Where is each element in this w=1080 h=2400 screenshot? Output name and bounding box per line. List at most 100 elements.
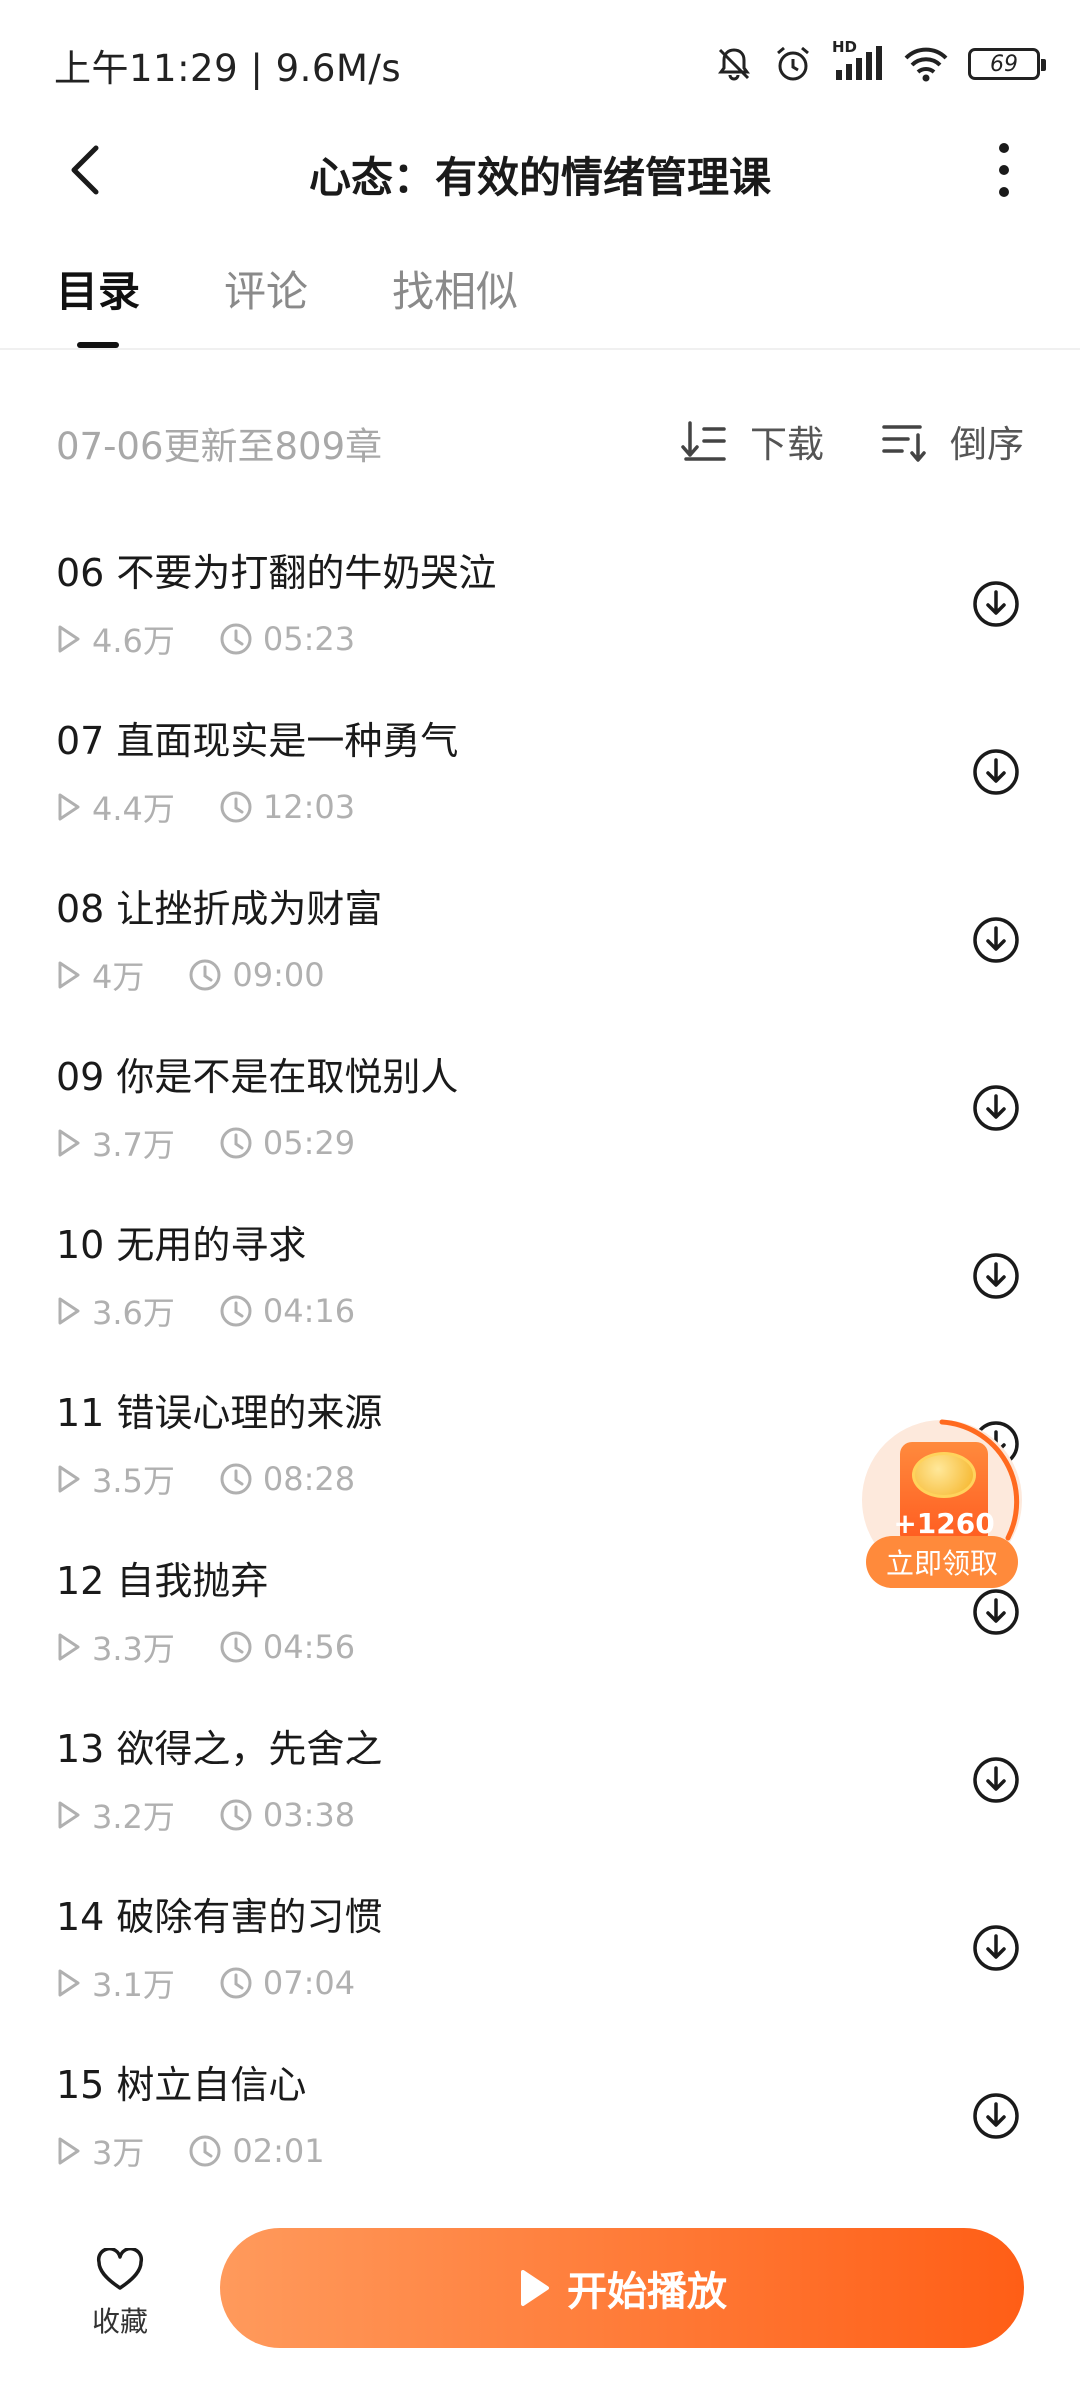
chapter-meta: 3.7万 05:29 [56,1120,399,1166]
duration-value: 03:38 [262,1796,356,1834]
signal-icon: HD [832,38,884,84]
duration: 12:03 [219,788,355,826]
play-count-icon [58,1129,80,1157]
mute-bell-icon [714,44,754,84]
play-count: 3.3万 [56,1624,175,1670]
duration-value: 07:04 [262,1964,356,2002]
status-bar: 上午11:29 | 9.6M/s HD 69 [0,0,1080,120]
chapter-meta: 3万 02:01 [56,2128,369,2174]
page-title: 心态：有效的情绪管理课 [308,153,771,202]
alarm-icon [772,43,814,85]
status-icons: HD 69 [714,38,1046,88]
batch-download-button[interactable]: 下载 [680,414,824,468]
duration-value: 02:01 [232,2132,325,2170]
download-circle-icon [973,581,1019,627]
chapter-title: 12 自我抛弃 [56,1559,269,1603]
play-count-value: 3.1万 [92,1966,175,2004]
play-count-icon [58,1633,80,1661]
clock-icon [220,1799,252,1831]
play-count-icon [58,961,80,989]
tab-comments[interactable]: 评论 [224,258,308,348]
duration-value: 05:29 [262,1124,356,1162]
chapter-download-button[interactable] [968,1752,1024,1808]
clock-icon [189,2135,221,2167]
chapter-item[interactable]: 08 让挫折成为财富 4万 09:00 [0,864,1080,1032]
chapter-item[interactable]: 13 欲得之，先舍之 3.2万 03:38 [0,1704,1080,1872]
duration: 07:04 [219,1964,355,2002]
duration-value: 09:00 [232,956,325,994]
play-count-value: 3万 [92,2134,145,2172]
play-count-value: 4.6万 [92,622,175,660]
heart-icon [96,2248,144,2290]
chapter-download-button[interactable] [968,912,1024,968]
header: 心态：有效的情绪管理课 [0,120,1080,220]
more-button[interactable] [966,132,1042,208]
chapter-item[interactable]: 07 直面现实是一种勇气 4.4万 12:03 [0,696,1080,864]
reverse-order-button[interactable]: 倒序 [880,414,1024,468]
chapter-download-button[interactable] [968,2088,1024,2144]
duration: 05:29 [219,1124,355,1162]
chapter-download-button[interactable] [968,1248,1024,1304]
play-count-icon [58,625,80,653]
clock-icon [220,1127,252,1159]
coin-icon [912,1452,976,1498]
play-count: 4.4万 [56,784,175,830]
play-count-icon [58,1297,80,1325]
more-vertical-icon [999,143,1009,197]
chapter-item[interactable]: 14 破除有害的习惯 3.1万 07:04 [0,1872,1080,2040]
play-count: 4.6万 [56,616,175,662]
chapter-title: 06 不要为打翻的牛奶哭泣 [56,551,497,595]
download-circle-icon [973,1589,1019,1635]
hd-label: HD [832,38,858,56]
favorite-button[interactable]: 收藏 [80,2248,160,2340]
tab-find-similar[interactable]: 找相似 [392,258,518,348]
play-count: 3.7万 [56,1120,175,1166]
chapter-title: 15 树立自信心 [56,2063,307,2107]
chapter-download-button[interactable] [968,1920,1024,1976]
duration-value: 12:03 [262,788,356,826]
download-circle-icon [973,1925,1019,1971]
chapter-title: 10 无用的寻求 [56,1223,307,1267]
chapter-title: 13 欲得之，先舍之 [56,1727,383,1771]
download-circle-icon [973,749,1019,795]
play-icon [521,2270,549,2306]
duration-value: 04:16 [262,1292,356,1330]
duration: 04:56 [219,1628,355,1666]
chapter-meta: 4万 09:00 [56,952,369,998]
clock-icon [220,1295,252,1327]
play-count-value: 3.6万 [92,1294,175,1332]
battery-icon: 69 [968,48,1046,80]
chapter-download-button[interactable] [968,576,1024,632]
chapter-item[interactable]: 09 你是不是在取悦别人 3.7万 05:29 [0,1032,1080,1200]
download-list-icon [681,421,726,461]
wifi-icon [902,44,950,84]
tab-catalog[interactable]: 目录 [56,258,140,348]
reward-card: +1260 [893,1442,995,1546]
chapter-title: 11 错误心理的来源 [56,1391,383,1435]
chapter-meta: 3.1万 07:04 [56,1960,399,2006]
download-circle-icon [973,1757,1019,1803]
chapter-item[interactable]: 15 树立自信心 3万 02:01 [0,2040,1080,2208]
update-status-text: 07-06更新至809章 [56,425,383,468]
chapter-list: 06 不要为打翻的牛奶哭泣 4.6万 05:23 07 直面现实是一种勇气 4.… [0,528,1080,2208]
duration: 09:00 [188,956,325,994]
download-circle-icon [973,2093,1019,2139]
chapter-item[interactable]: 10 无用的寻求 3.6万 04:16 [0,1200,1080,1368]
play-count: 3.2万 [56,1792,175,1838]
claim-reward-button[interactable]: 立即领取 [866,1536,1018,1588]
reward-widget[interactable]: +1260 立即领取 [858,1418,1026,1588]
chapter-download-button[interactable] [968,1584,1024,1640]
chapter-meta: 3.6万 04:16 [56,1288,399,1334]
duration: 08:28 [219,1460,355,1498]
play-count: 3.5万 [56,1456,175,1502]
play-count: 3万 [56,2128,144,2174]
chapter-item[interactable]: 06 不要为打翻的牛奶哭泣 4.6万 05:23 [0,528,1080,696]
duration-value: 05:23 [262,620,356,658]
chapter-download-button[interactable] [968,1080,1024,1136]
chapter-meta: 3.2万 03:38 [56,1792,399,1838]
chapter-title: 07 直面现实是一种勇气 [56,719,459,763]
chapter-download-button[interactable] [968,744,1024,800]
clock-icon [189,959,221,991]
start-play-button[interactable]: 开始播放 [220,2228,1024,2348]
play-count-value: 4万 [92,958,145,996]
